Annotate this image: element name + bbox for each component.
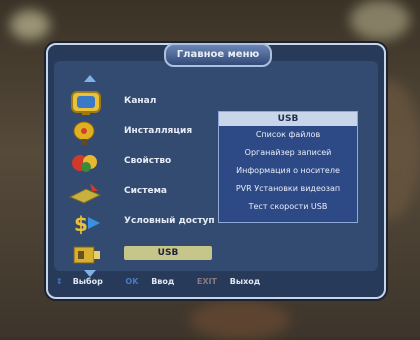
settings-icon	[72, 155, 97, 172]
footer-ok-hint: OK Ввод	[125, 277, 175, 286]
submenu-title: USB	[219, 112, 357, 126]
scroll-up-arrow-icon[interactable]	[84, 75, 96, 82]
menu-item-properties[interactable]: Свойство	[66, 149, 226, 177]
satellite-dish-icon	[73, 121, 95, 145]
menu-item-conditional-access[interactable]: $ Условный доступ	[66, 209, 226, 237]
system-icon	[68, 183, 102, 204]
submenu-item-file-list[interactable]: Список файлов	[219, 126, 357, 144]
menu-item-label: Система	[124, 186, 167, 196]
footer-select-hint: ⇕ Выбор	[56, 277, 103, 286]
menu-item-label: Свойство	[124, 156, 172, 166]
usb-submenu: USB Список файлов Органайзер записей Инф…	[218, 111, 358, 223]
main-menu-panel: Главное меню Канал Инсталляция Свойство	[46, 43, 386, 299]
menu-item-usb[interactable]: USB	[66, 241, 226, 269]
background-figure-bottom	[190, 300, 290, 340]
scroll-down-arrow-icon[interactable]	[84, 270, 96, 277]
menu-item-channel[interactable]: Канал	[66, 89, 226, 117]
menu-item-label: Условный доступ	[124, 216, 215, 226]
usb-camera-icon	[73, 246, 100, 264]
menu-title: Главное меню	[164, 43, 272, 67]
tv-icon	[71, 91, 101, 115]
footer-hints: ⇕ Выбор OK Ввод EXIT Выход	[56, 277, 376, 291]
submenu-item-usb-speed-test[interactable]: Тест скорости USB	[219, 198, 357, 216]
submenu-item-record-organizer[interactable]: Органайзер записей	[219, 144, 357, 162]
menu-item-system[interactable]: Система	[66, 179, 226, 207]
menu-item-label: Канал	[124, 96, 157, 106]
svg-text:$: $	[74, 212, 88, 236]
menu-item-installation[interactable]: Инсталляция	[66, 119, 226, 147]
updown-icon: ⇕	[56, 277, 63, 286]
dollar-icon: $	[74, 212, 100, 236]
submenu-item-pvr-settings[interactable]: PVR Установки видеозап	[219, 180, 357, 198]
footer-exit-hint: EXIT Выход	[196, 277, 261, 286]
background-light-right	[350, 0, 410, 40]
menu-item-label: USB	[124, 246, 212, 260]
background-light-left	[10, 10, 50, 40]
submenu-item-media-info[interactable]: Информация о носителе	[219, 162, 357, 180]
menu-item-label: Инсталляция	[124, 126, 193, 136]
